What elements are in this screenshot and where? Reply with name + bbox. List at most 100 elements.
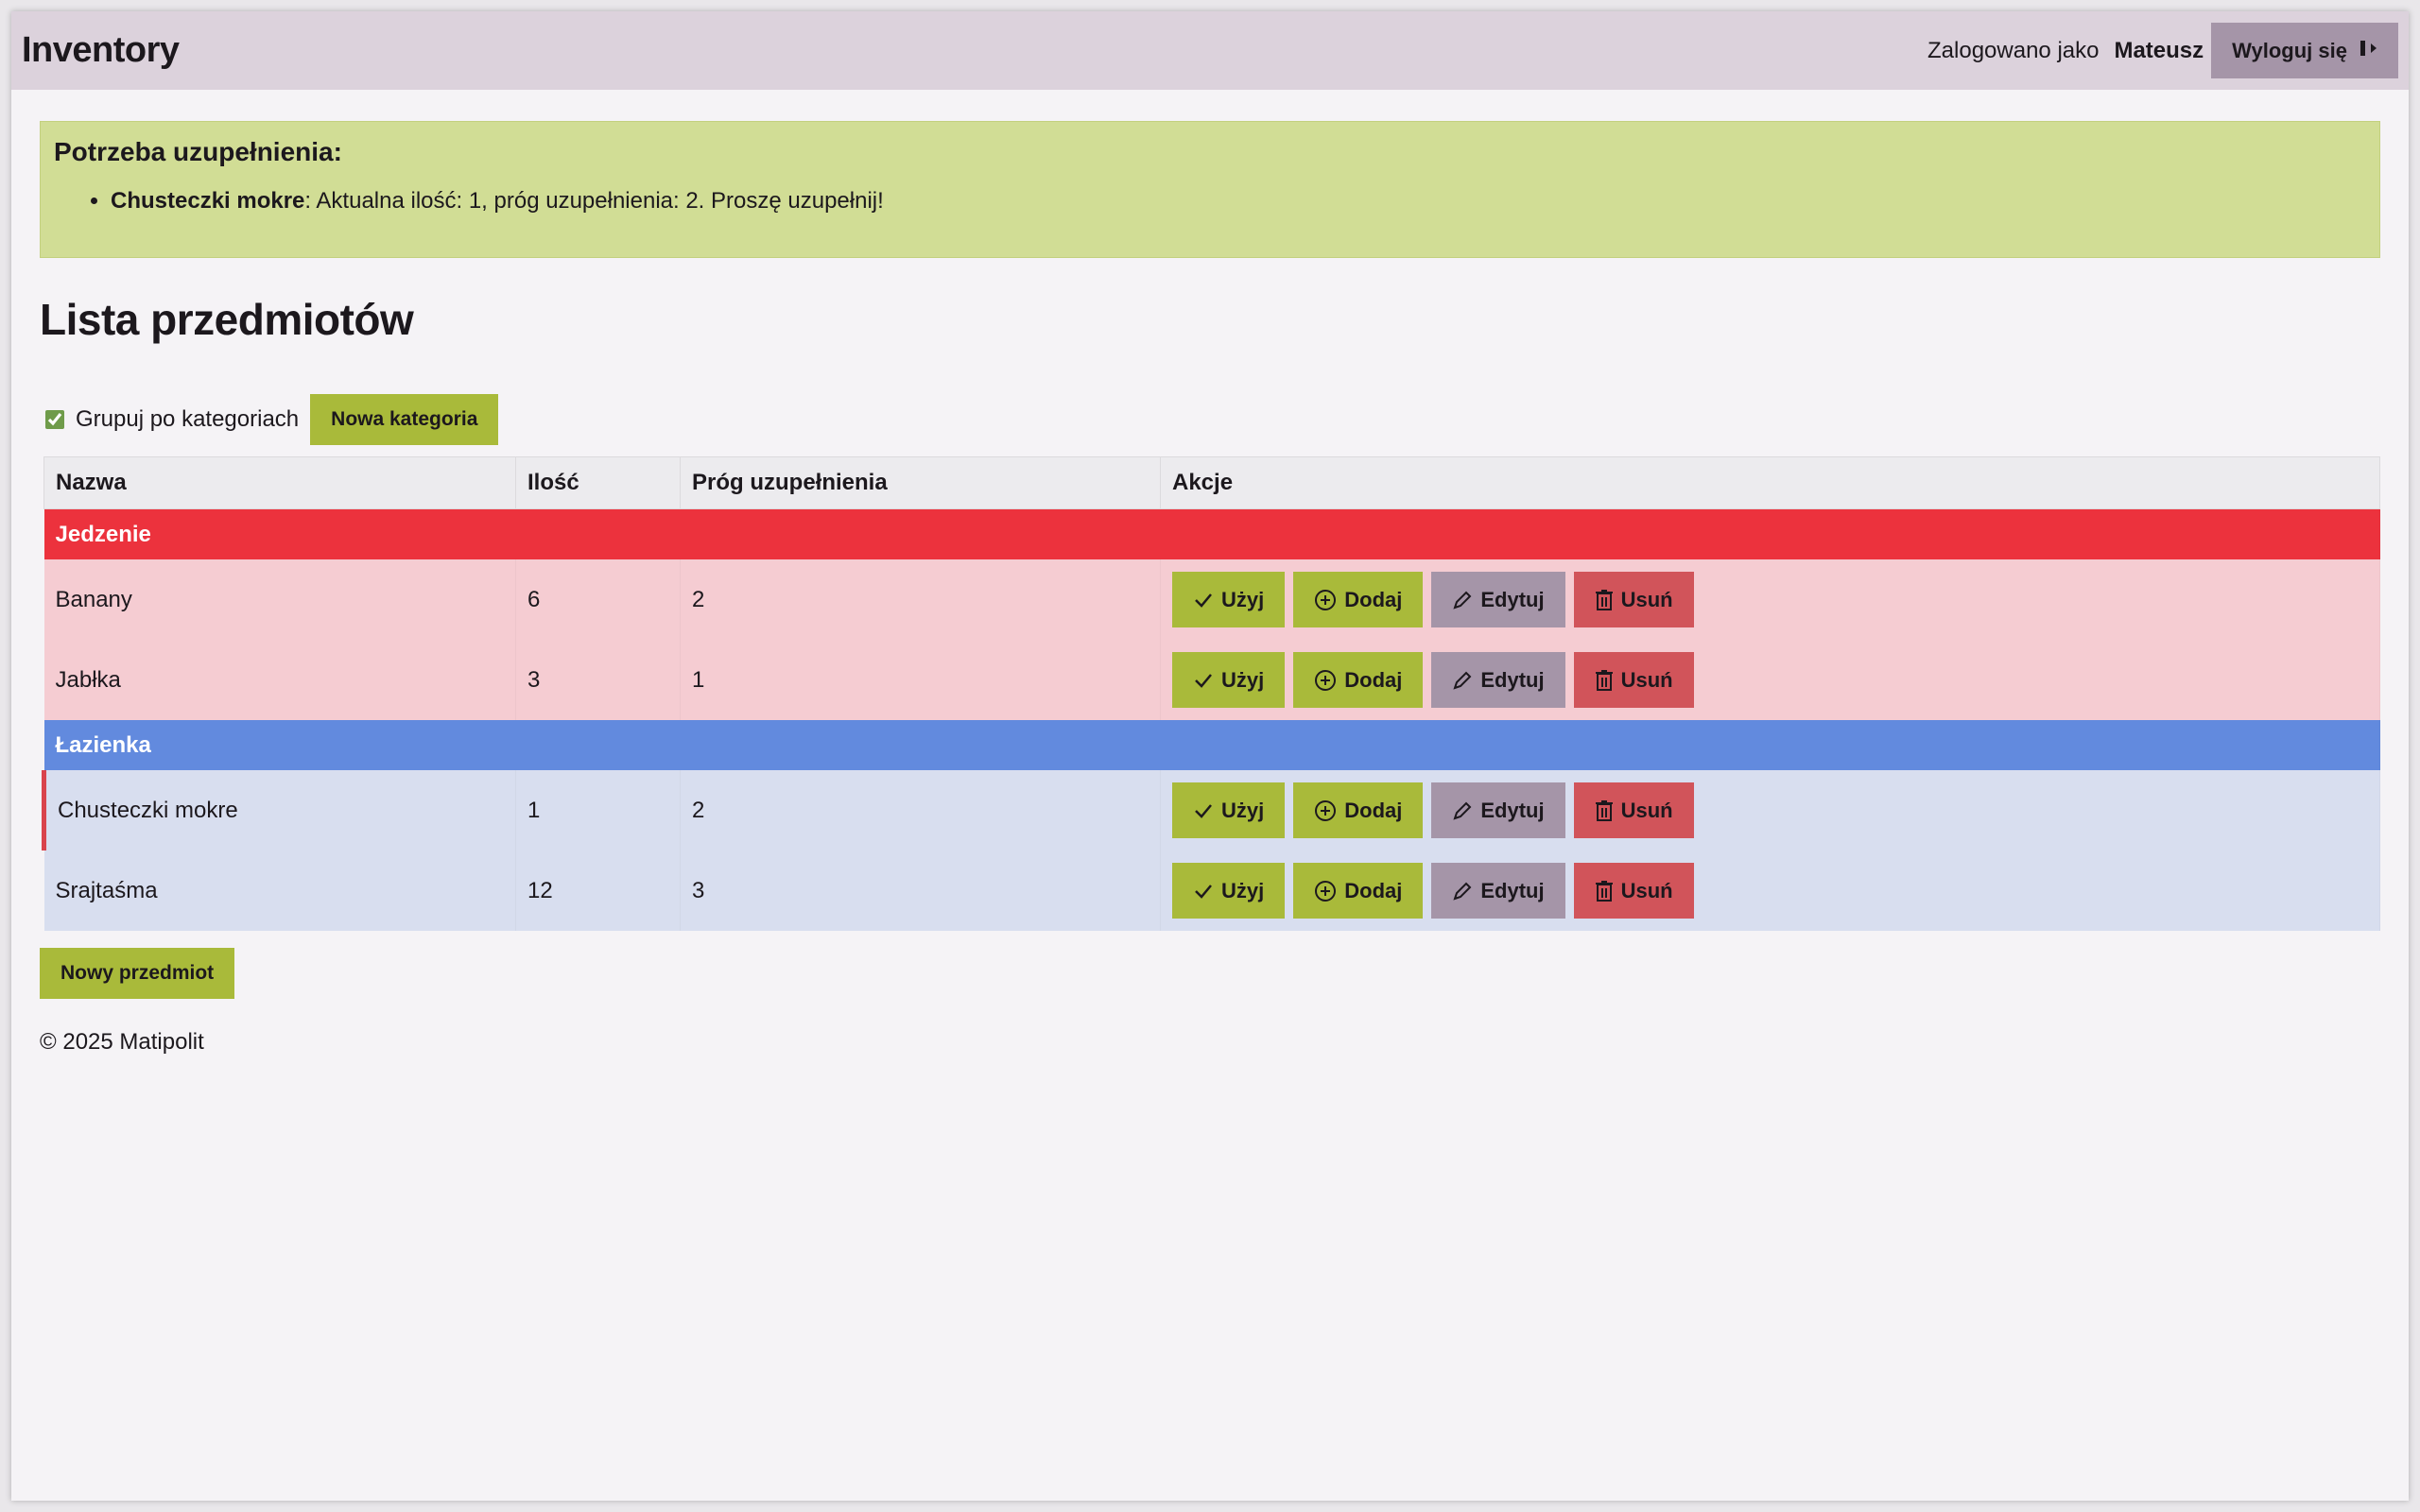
- edit-label: Edytuj: [1480, 798, 1545, 822]
- item-name: Chusteczki mokre: [42, 770, 516, 850]
- trash-icon: [1595, 589, 1614, 611]
- use-label: Użyj: [1221, 667, 1265, 692]
- alert-item-name: Chusteczki mokre: [111, 188, 305, 214]
- check-icon: [1193, 590, 1214, 610]
- item-threshold: 1: [680, 640, 1161, 720]
- use-label: Użyj: [1221, 587, 1265, 611]
- logged-in-label: Zalogowano jako: [1927, 37, 2100, 63]
- logout-label: Wyloguj się: [2232, 38, 2347, 62]
- item-qty: 1: [515, 770, 681, 850]
- add-label: Dodaj: [1344, 878, 1403, 902]
- add-button[interactable]: Dodaj: [1293, 572, 1424, 627]
- alert-item-message: : Aktualna ilość: 1, próg uzupełnienia: …: [304, 188, 884, 214]
- app-window: Inventory Zalogowano jako Mateusz Wylogu…: [11, 11, 2409, 1501]
- delete-label: Usuń: [1620, 878, 1673, 902]
- logout-button[interactable]: Wyloguj się: [2211, 23, 2398, 78]
- item-threshold: 3: [680, 850, 1161, 931]
- column-header-qty: Ilość: [515, 456, 681, 509]
- category-name: Łazienka: [43, 720, 2380, 770]
- add-label: Dodaj: [1344, 667, 1403, 692]
- plus-circle-icon: [1314, 880, 1337, 902]
- alert-title: Potrzeba uzupełnienia:: [54, 137, 342, 166]
- logout-icon: [2359, 39, 2379, 63]
- table-row: Jabłka 3 1 Użyj Dodaj Edytuj Usuń: [43, 640, 2380, 720]
- table-row: Banany 6 2 Użyj Dodaj Edytuj Usuń: [43, 559, 2380, 640]
- trash-icon: [1595, 880, 1614, 902]
- delete-button[interactable]: Usuń: [1573, 652, 1694, 708]
- plus-circle-icon: [1314, 799, 1337, 822]
- edit-label: Edytuj: [1480, 587, 1545, 611]
- plus-circle-icon: [1314, 589, 1337, 611]
- top-navbar: Inventory Zalogowano jako Mateusz Wylogu…: [11, 11, 2409, 90]
- item-name: Srajtaśma: [43, 850, 516, 931]
- app-brand[interactable]: Inventory: [22, 30, 180, 71]
- check-icon: [1193, 881, 1214, 902]
- delete-button[interactable]: Usuń: [1573, 863, 1694, 919]
- item-name: Jabłka: [43, 640, 516, 720]
- edit-button[interactable]: Edytuj: [1431, 572, 1565, 627]
- page-title: Lista przedmiotów: [40, 295, 414, 344]
- column-header-actions: Akcje: [1160, 456, 2380, 509]
- item-threshold: 2: [680, 559, 1161, 640]
- add-label: Dodaj: [1344, 587, 1403, 611]
- alert-list: Chusteczki mokre: Aktualna ilość: 1, pró…: [54, 188, 2366, 215]
- delete-label: Usuń: [1620, 667, 1673, 692]
- column-header-threshold: Próg uzupełnienia: [680, 456, 1161, 509]
- new-category-button[interactable]: Nowa kategoria: [310, 394, 499, 445]
- item-actions: Użyj Dodaj Edytuj Usuń: [1160, 559, 2380, 640]
- add-label: Dodaj: [1344, 798, 1403, 822]
- new-item-button[interactable]: Nowy przedmiot: [40, 948, 235, 999]
- delete-label: Usuń: [1620, 587, 1673, 611]
- user-box: Zalogowano jako Mateusz Wyloguj się: [1927, 23, 2398, 78]
- trash-icon: [1595, 799, 1614, 822]
- edit-label: Edytuj: [1480, 667, 1545, 692]
- use-button[interactable]: Użyj: [1172, 652, 1286, 708]
- main-content: Potrzeba uzupełnienia: Chusteczki mokre:…: [11, 121, 2409, 1056]
- restock-alert: Potrzeba uzupełnienia: Chusteczki mokre:…: [40, 121, 2380, 258]
- item-actions: Użyj Dodaj Edytuj Usuń: [1160, 770, 2380, 850]
- delete-button[interactable]: Usuń: [1573, 572, 1694, 627]
- plus-circle-icon: [1314, 669, 1337, 692]
- edit-button[interactable]: Edytuj: [1431, 782, 1565, 838]
- table-row-low-stock: Chusteczki mokre 1 2 Użyj Dodaj Edytuj U…: [42, 770, 2380, 850]
- table-row: Srajtaśma 12 3 Użyj Dodaj Edytuj Usuń: [43, 850, 2380, 931]
- add-button[interactable]: Dodaj: [1293, 863, 1424, 919]
- use-label: Użyj: [1221, 878, 1265, 902]
- alert-item: Chusteczki mokre: Aktualna ilość: 1, pró…: [111, 188, 2366, 215]
- use-button[interactable]: Użyj: [1172, 782, 1286, 838]
- table-header-row: Nazwa Ilość Próg uzupełnienia Akcje: [43, 456, 2380, 509]
- item-threshold: 2: [680, 770, 1161, 850]
- check-icon: [1193, 800, 1214, 821]
- new-item-wrapper: Nowy przedmiot: [40, 948, 2380, 999]
- username: Mateusz: [2114, 37, 2204, 63]
- footer-copyright: © 2025 Matipolit: [40, 1029, 204, 1055]
- delete-button[interactable]: Usuń: [1573, 782, 1694, 838]
- item-qty: 6: [515, 559, 681, 640]
- use-button[interactable]: Użyj: [1172, 572, 1286, 627]
- edit-label: Edytuj: [1480, 878, 1545, 902]
- item-qty: 3: [515, 640, 681, 720]
- column-header-name: Nazwa: [43, 456, 516, 509]
- add-button[interactable]: Dodaj: [1293, 782, 1424, 838]
- pencil-icon: [1452, 800, 1473, 821]
- list-controls: Grupuj po kategoriach Nowa kategoria: [40, 394, 2380, 445]
- item-name: Banany: [43, 559, 516, 640]
- trash-icon: [1595, 669, 1614, 692]
- group-by-category-checkbox[interactable]: [45, 410, 64, 429]
- group-by-category-label[interactable]: Grupuj po kategoriach: [76, 406, 299, 433]
- edit-button[interactable]: Edytuj: [1431, 652, 1565, 708]
- item-actions: Użyj Dodaj Edytuj Usuń: [1160, 640, 2380, 720]
- category-row-jedzenie: Jedzenie: [43, 508, 2380, 559]
- pencil-icon: [1452, 670, 1473, 691]
- items-table: Nazwa Ilość Próg uzupełnienia Akcje Jedz…: [42, 456, 2380, 931]
- delete-label: Usuń: [1620, 798, 1673, 822]
- pencil-icon: [1452, 590, 1473, 610]
- item-qty: 12: [515, 850, 681, 931]
- pencil-icon: [1452, 881, 1473, 902]
- add-button[interactable]: Dodaj: [1293, 652, 1424, 708]
- edit-button[interactable]: Edytuj: [1431, 863, 1565, 919]
- use-button[interactable]: Użyj: [1172, 863, 1286, 919]
- item-actions: Użyj Dodaj Edytuj Usuń: [1160, 850, 2380, 931]
- category-row-lazienka: Łazienka: [43, 720, 2380, 770]
- use-label: Użyj: [1221, 798, 1265, 822]
